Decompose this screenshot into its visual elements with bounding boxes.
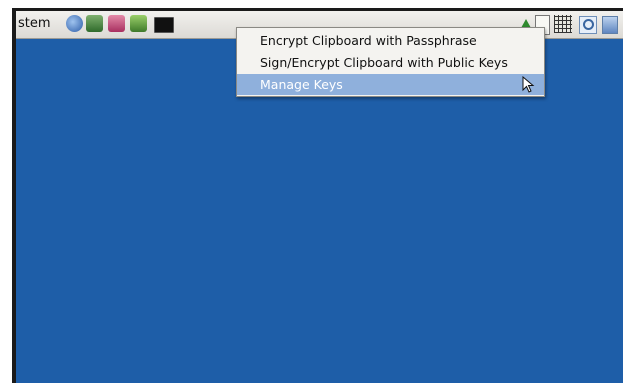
screenshot-frame: stem Encrypt Clipboard with Passphrase S… xyxy=(0,0,623,383)
office-icon[interactable] xyxy=(108,15,125,32)
system-menu[interactable]: stem xyxy=(18,16,51,31)
menu-item-manage-keys[interactable]: Manage Keys xyxy=(237,74,544,95)
applet-icon[interactable] xyxy=(602,16,618,34)
terminal-icon[interactable] xyxy=(154,17,174,33)
web-browser-icon[interactable] xyxy=(66,15,83,32)
network-icon[interactable] xyxy=(130,15,147,32)
mail-icon[interactable] xyxy=(86,15,103,32)
desktop[interactable]: stem Encrypt Clipboard with Passphrase S… xyxy=(16,11,623,383)
menu-item-sign-encrypt-public-keys[interactable]: Sign/Encrypt Clipboard with Public Keys xyxy=(237,52,544,73)
keyboard-grid-icon[interactable] xyxy=(554,15,572,33)
mouse-pointer-icon xyxy=(522,76,535,93)
menu-item-label: Manage Keys xyxy=(260,77,343,92)
menu-item-encrypt-passphrase[interactable]: Encrypt Clipboard with Passphrase xyxy=(237,30,544,51)
search-icon[interactable] xyxy=(579,16,597,34)
clipboard-encryption-menu: Encrypt Clipboard with Passphrase Sign/E… xyxy=(236,27,545,97)
